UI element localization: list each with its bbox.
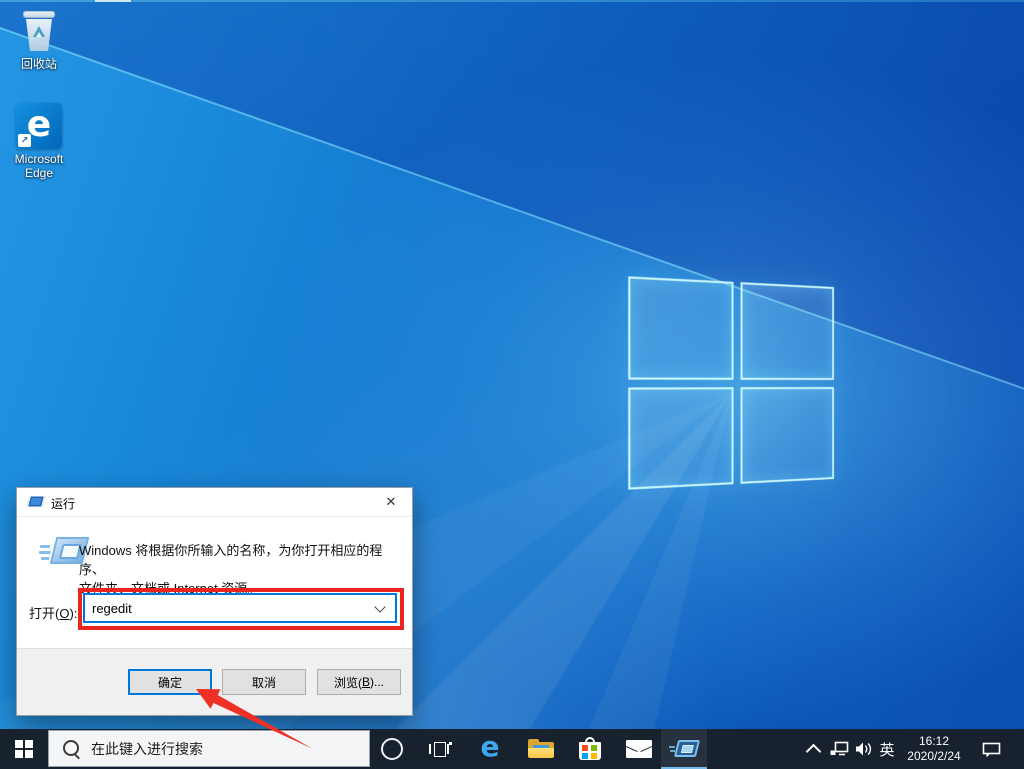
task-view-icon bbox=[428, 740, 452, 758]
mail-icon bbox=[626, 740, 652, 758]
recycle-symbol-inner bbox=[36, 32, 42, 37]
file-explorer-icon bbox=[528, 739, 554, 759]
recycle-bin-label: 回收站 bbox=[3, 57, 75, 71]
folder-front bbox=[528, 748, 554, 758]
tray-show-hidden-icons-button[interactable] bbox=[800, 729, 826, 769]
open-label-prefix: 打开( bbox=[29, 606, 59, 621]
ok-button[interactable]: 确定 bbox=[128, 669, 212, 695]
run-command-combobox[interactable] bbox=[83, 593, 397, 623]
microsoft-store-icon bbox=[578, 737, 602, 761]
tray-ime-button[interactable]: 英 bbox=[876, 729, 898, 769]
action-center-icon bbox=[982, 741, 1001, 758]
cortana-icon bbox=[381, 738, 403, 760]
edge-tile-icon: e bbox=[16, 103, 62, 149]
browse-label-suffix: )... bbox=[370, 675, 384, 689]
browse-label-prefix: 浏览( bbox=[334, 674, 362, 691]
run-icon-window bbox=[674, 740, 700, 757]
run-icon-speedline bbox=[40, 545, 50, 548]
start-icon-pane bbox=[15, 750, 23, 758]
windows-logo bbox=[628, 276, 834, 489]
store-logo-square-yellow bbox=[591, 753, 597, 759]
open-label-mnemonic: O bbox=[59, 606, 69, 621]
clock-time: 16:12 bbox=[919, 734, 949, 749]
taskbar-file-explorer-button[interactable] bbox=[523, 729, 559, 769]
task-view-right-bar bbox=[447, 744, 449, 754]
windows-logo-pane bbox=[740, 282, 834, 379]
run-dialog-titlebar[interactable]: 运行 ✕ bbox=[17, 488, 412, 517]
task-view-dot bbox=[449, 742, 452, 745]
speaker-icon bbox=[855, 741, 873, 757]
run-dialog: 运行 ✕ Windows 将根据你所输入的名称，为你打开相应的程序、 文件夹、文… bbox=[16, 487, 413, 716]
clock-date: 2020/2/24 bbox=[907, 749, 960, 764]
cancel-button-label: 取消 bbox=[252, 674, 276, 691]
taskbar-run-app-button-active[interactable] bbox=[661, 729, 707, 769]
open-label: 打开(O): bbox=[29, 603, 77, 622]
taskbar-mail-button[interactable] bbox=[621, 729, 657, 769]
recycle-bin-rim bbox=[23, 11, 55, 18]
desktop-icon-microsoft-edge[interactable]: e Microsoft Edge bbox=[3, 103, 75, 180]
screen-edge-artifact bbox=[95, 0, 131, 2]
run-dialog-title: 运行 bbox=[51, 495, 75, 512]
start-icon-pane bbox=[15, 740, 23, 748]
desktop-screen: 回收站 e Microsoft Edge 运行 ✕ Windows 将根据你所输… bbox=[0, 0, 1024, 769]
task-view-window bbox=[434, 742, 446, 757]
start-icon-pane bbox=[25, 750, 33, 758]
taskbar-edge-button[interactable]: e bbox=[472, 729, 508, 769]
taskbar-store-button[interactable] bbox=[572, 729, 608, 769]
store-logo-square-red bbox=[582, 745, 588, 751]
wallpaper-top-edge bbox=[0, 0, 1024, 2]
ok-button-label: 确定 bbox=[158, 674, 182, 691]
windows-start-icon bbox=[15, 740, 33, 758]
taskbar: e bbox=[0, 729, 1024, 769]
taskbar-clock[interactable]: 16:12 2020/2/24 bbox=[898, 729, 970, 769]
search-icon bbox=[63, 740, 79, 756]
windows-logo-pane bbox=[740, 387, 834, 484]
ime-language-indicator: 英 bbox=[879, 739, 894, 760]
run-dialog-title-icon bbox=[26, 495, 45, 508]
close-icon[interactable]: ✕ bbox=[376, 491, 406, 513]
windows-logo-pane bbox=[628, 276, 733, 379]
recycle-bin-icon bbox=[19, 6, 59, 54]
task-view-button[interactable] bbox=[422, 729, 458, 769]
run-app-icon-small bbox=[669, 738, 699, 760]
edge-label: Microsoft Edge bbox=[7, 152, 71, 180]
cortana-button[interactable] bbox=[374, 729, 410, 769]
run-dialog-description: Windows 将根据你所输入的名称，为你打开相应的程序、 文件夹、文档或 In… bbox=[79, 541, 401, 598]
action-center-button[interactable] bbox=[972, 729, 1010, 769]
chevron-up-icon bbox=[805, 743, 821, 759]
start-button[interactable] bbox=[0, 729, 48, 769]
chevron-down-icon[interactable] bbox=[374, 601, 385, 612]
store-logo-square-blue bbox=[582, 753, 588, 759]
task-view-left-bar bbox=[429, 744, 431, 754]
run-icon-speedline bbox=[669, 746, 675, 748]
description-line-1: Windows 将根据你所输入的名称，为你打开相应的程序、 bbox=[79, 541, 401, 579]
run-icon-window-inner bbox=[681, 745, 694, 753]
run-command-input[interactable] bbox=[85, 595, 370, 621]
taskbar-search-box[interactable] bbox=[48, 730, 370, 767]
edge-icon: e bbox=[481, 733, 500, 765]
desktop-icon-recycle-bin[interactable]: 回收站 bbox=[3, 6, 75, 71]
tray-volume-button[interactable] bbox=[852, 729, 876, 769]
windows-logo-pane bbox=[628, 387, 733, 490]
cancel-button[interactable]: 取消 bbox=[222, 669, 306, 695]
shortcut-arrow-icon bbox=[18, 134, 31, 147]
tray-network-button[interactable] bbox=[828, 729, 852, 769]
start-icon-pane bbox=[25, 740, 33, 748]
open-label-suffix: ): bbox=[69, 606, 77, 621]
browse-button[interactable]: 浏览(B)... bbox=[317, 669, 401, 695]
browse-label-mnemonic: B bbox=[362, 675, 370, 689]
store-logo-square-green bbox=[591, 745, 597, 751]
network-icon bbox=[830, 741, 850, 757]
search-input[interactable] bbox=[89, 735, 353, 763]
